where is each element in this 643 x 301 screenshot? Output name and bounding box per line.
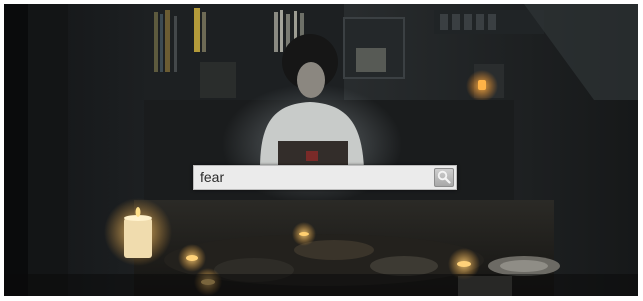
search-button[interactable] [434, 168, 454, 187]
search-input[interactable] [194, 166, 430, 189]
background-scene [4, 4, 638, 296]
candle [124, 218, 152, 258]
video-frame [4, 4, 638, 296]
search-bar [193, 165, 457, 190]
magnifier-icon [437, 170, 451, 184]
